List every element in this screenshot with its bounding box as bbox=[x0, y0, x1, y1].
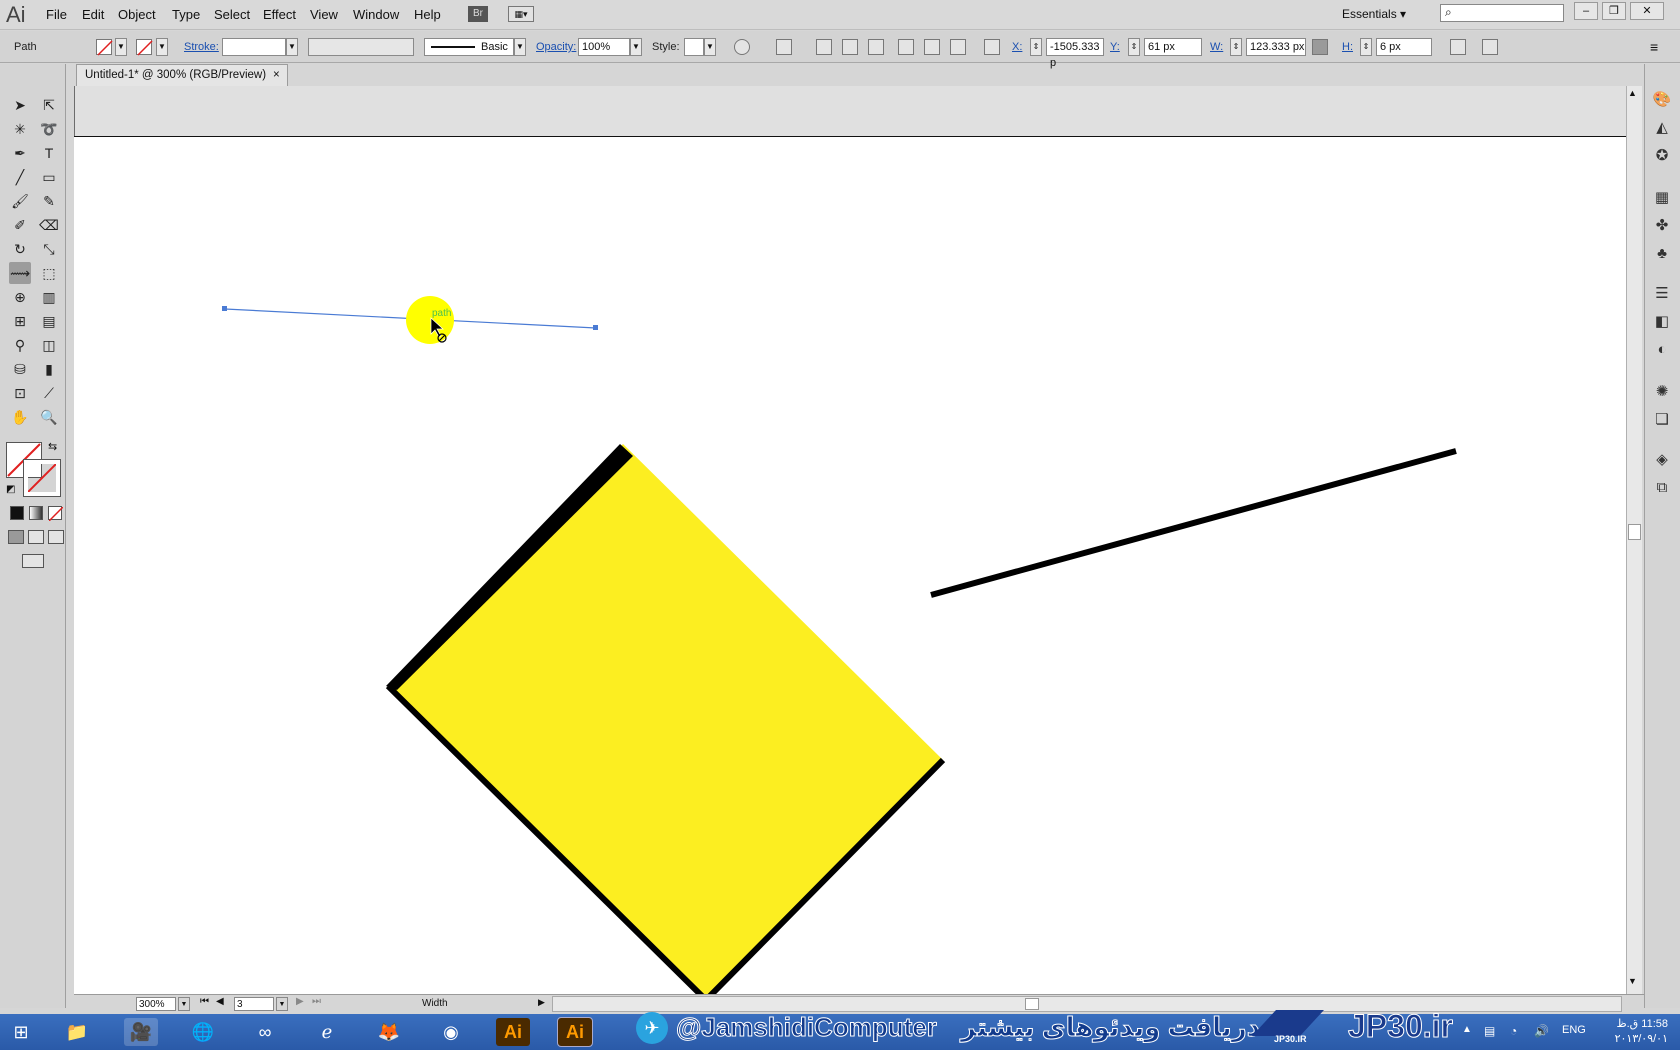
current-tool-status: Width bbox=[422, 998, 448, 1009]
color-guide-icon[interactable]: ◭ bbox=[1652, 118, 1672, 138]
anchor-point[interactable] bbox=[593, 325, 598, 330]
firefox-icon[interactable]: 🦊 bbox=[372, 1018, 406, 1046]
artwork-layer: path bbox=[222, 296, 1457, 1005]
download-manager-icon[interactable]: 🌐 bbox=[186, 1018, 220, 1046]
layers-panel-icon[interactable]: ◈ bbox=[1652, 450, 1672, 470]
start-button-icon[interactable]: ⊞ bbox=[4, 1018, 38, 1046]
video-recorder-icon[interactable]: 🎥 bbox=[124, 1018, 158, 1046]
brushes-panel-icon[interactable]: ✤ bbox=[1652, 216, 1672, 236]
yellow-rectangle-shape[interactable] bbox=[388, 444, 943, 1000]
artboard-dropdown[interactable]: ▼ bbox=[276, 997, 288, 1011]
network-icon[interactable]: ▤ bbox=[1484, 1024, 1495, 1038]
scroll-down-icon[interactable]: ▼ bbox=[1628, 976, 1637, 986]
site-name: JP30.ir bbox=[1348, 1008, 1454, 1045]
swatches-panel-icon[interactable]: ▦ bbox=[1652, 188, 1672, 208]
chrome-icon[interactable]: ◉ bbox=[434, 1018, 468, 1046]
clock-date[interactable]: ۲۰۱۳/۰۹/۰۱ bbox=[1598, 1032, 1668, 1045]
telegram-handle: @JamshidiComputer bbox=[676, 1012, 938, 1043]
first-artboard-icon[interactable]: ⏮ bbox=[200, 996, 209, 1007]
zoom-input[interactable]: 300% bbox=[136, 997, 176, 1011]
wifi-icon[interactable]: ◔ bbox=[1510, 1024, 1517, 1038]
artboards-panel-icon[interactable]: ⧉ bbox=[1652, 478, 1672, 498]
show-hidden-icons-icon[interactable]: ▲ bbox=[1462, 1024, 1472, 1035]
internet-explorer-icon[interactable]: ℯ bbox=[310, 1018, 344, 1046]
previous-artboard-icon[interactable]: ◀ bbox=[216, 996, 224, 1007]
file-explorer-icon[interactable]: 📁 bbox=[60, 1018, 94, 1046]
illustrator-active-taskbar-icon[interactable]: Ai bbox=[557, 1017, 593, 1047]
status-menu-arrow-icon[interactable]: ▶ bbox=[538, 997, 545, 1008]
visual-studio-icon[interactable]: ∞ bbox=[248, 1018, 282, 1046]
promo-text: دریافت ویدئوهای بیشتر bbox=[960, 1012, 1260, 1043]
jp30-logo-mark bbox=[1252, 1010, 1324, 1036]
smart-guide-label: path bbox=[432, 308, 451, 319]
transparency-panel-icon[interactable]: ◐ bbox=[1652, 340, 1672, 360]
stroke-panel-icon[interactable]: ☰ bbox=[1652, 284, 1672, 304]
next-artboard-icon[interactable]: ▶ bbox=[296, 996, 304, 1007]
anchor-point[interactable] bbox=[222, 306, 227, 311]
clock-time[interactable]: 11:58 ق.ظ bbox=[1598, 1017, 1668, 1030]
graphic-styles-icon[interactable]: ❏ bbox=[1652, 410, 1672, 430]
zoom-dropdown[interactable]: ▼ bbox=[178, 997, 190, 1011]
artboard-number-input[interactable]: 3 bbox=[234, 997, 274, 1011]
cursor-highlight bbox=[406, 296, 454, 344]
language-indicator[interactable]: ENG bbox=[1562, 1024, 1586, 1036]
jp30-logo: JP30.IR bbox=[1234, 1006, 1330, 1046]
symbols-panel-icon[interactable]: ♣ bbox=[1652, 244, 1672, 264]
telegram-icon: ✈ bbox=[636, 1012, 668, 1044]
kuler-icon[interactable]: ✪ bbox=[1652, 146, 1672, 166]
last-artboard-icon[interactable]: ⏭ bbox=[312, 996, 321, 1007]
scroll-up-icon[interactable]: ▲ bbox=[1628, 88, 1637, 98]
vertical-scrollbar[interactable]: ▲ ▼ bbox=[1626, 86, 1642, 994]
illustrator-taskbar-icon[interactable]: Ai bbox=[496, 1018, 530, 1046]
jp30-logo-caption: JP30.IR bbox=[1274, 1034, 1307, 1044]
volume-icon[interactable]: 🔊 bbox=[1534, 1024, 1549, 1038]
black-line-path[interactable] bbox=[930, 448, 1457, 598]
appearance-panel-icon[interactable]: ✺ bbox=[1652, 382, 1672, 402]
scroll-thumb[interactable] bbox=[1628, 524, 1641, 540]
watermark-banner: ✈ @JamshidiComputer دریافت ویدئوهای بیشت… bbox=[636, 1006, 1456, 1046]
color-panel-icon[interactable]: 🎨 bbox=[1652, 90, 1672, 110]
gradient-panel-icon[interactable]: ◧ bbox=[1652, 312, 1672, 332]
